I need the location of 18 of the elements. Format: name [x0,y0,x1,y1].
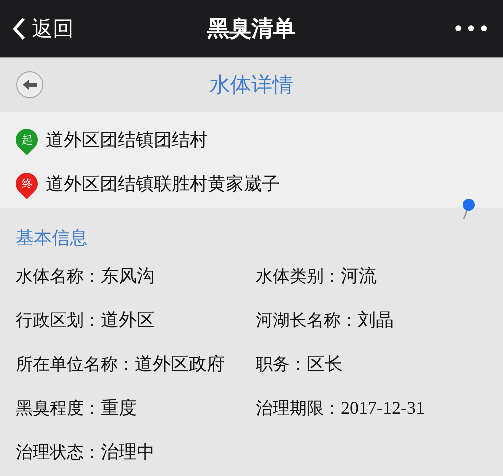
more-button[interactable]: ••• [452,16,491,40]
route-place: 道外区团结镇团结村 [46,129,208,152]
info-field: 治理期限：2017-12-31 [256,396,503,421]
chevron-left-icon [12,16,26,40]
info-field: 治理状态：治理中 [16,440,256,465]
detail-title: 水体详情 [210,72,294,99]
info-field: 河湖长名称：刘晶 [256,308,503,333]
info-field: 所在单位名称：道外区政府 [16,352,256,377]
section-title: 基本信息 [16,227,89,250]
route-place: 道外区团结镇联胜村黄家崴子 [46,173,280,196]
back-button[interactable]: 返回 [12,14,74,42]
pin-icon [461,198,477,220]
page-title: 黑臭清单 [208,16,296,44]
info-field: 行政区划：道外区 [16,308,256,333]
info-field: 水体类别：河流 [256,264,503,289]
info-field: 职务：区长 [256,352,503,377]
info-field: 水体名称：东风沟 [16,264,256,289]
info-field: 黑臭程度：重度 [16,396,256,421]
